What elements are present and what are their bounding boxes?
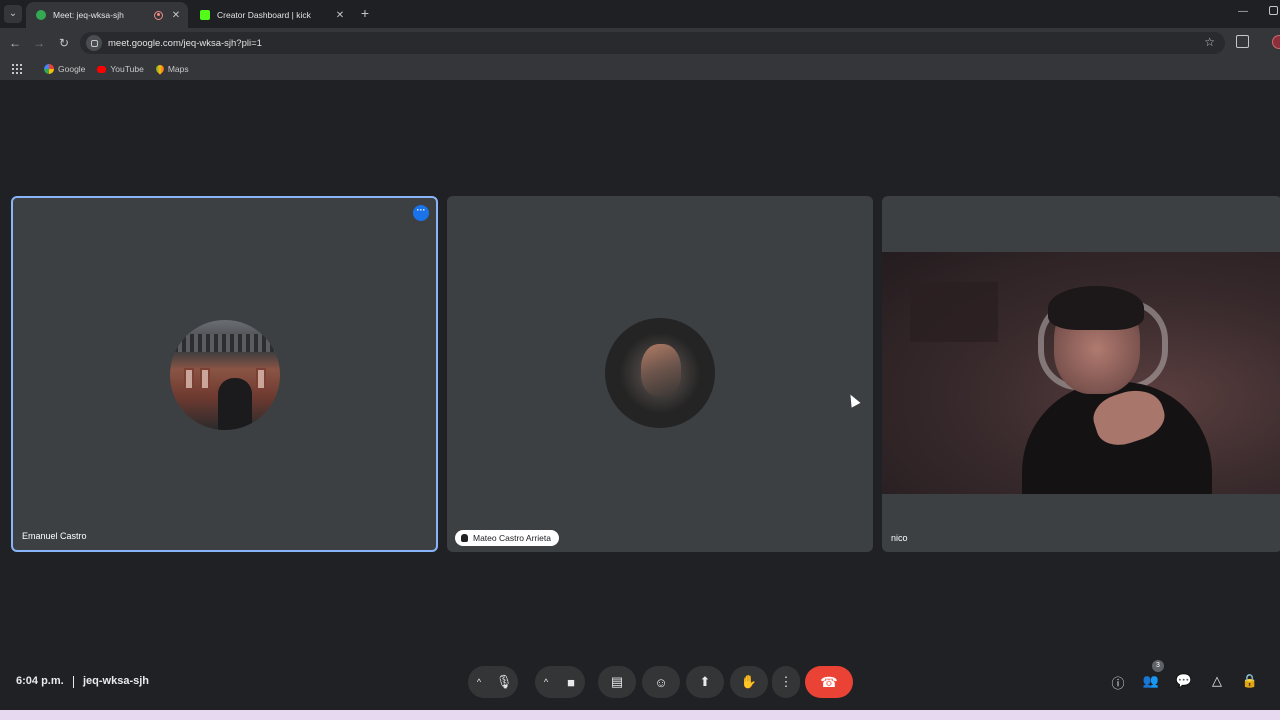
meeting-controls-bar: 6:04 p.m. jeq-wksa-sjh ^ 🎙 ^ ■ ▤ ☺ ⬆ ✋ ⋮… <box>0 660 1280 704</box>
host-controls-lock-icon[interactable]: 🔒 <box>1241 673 1259 689</box>
kick-favicon-icon <box>200 10 210 20</box>
activities-icon[interactable]: △ <box>1208 673 1226 689</box>
reload-icon[interactable]: ↻ <box>56 35 72 51</box>
avatar <box>170 320 280 430</box>
mic-options-chevron-icon[interactable]: ^ <box>468 666 490 698</box>
camera-control: ^ ■ <box>535 666 585 698</box>
tab-title: Creator Dashboard | kick <box>217 10 311 20</box>
meeting-code: jeq-wksa-sjh <box>83 675 150 687</box>
site-info-icon[interactable] <box>86 35 102 51</box>
emoji-reactions-icon[interactable]: ☺ <box>642 666 680 698</box>
bookmark-label: Maps <box>167 64 189 74</box>
extensions-puzzle-icon[interactable] <box>1236 35 1249 48</box>
camera-icon[interactable]: ■ <box>557 666 585 698</box>
participant-name: Mateo Castro Arrieta <box>473 533 551 543</box>
meeting-clock: 6:04 p.m. <box>16 675 64 687</box>
meeting-info-icon[interactable]: ⓘ <box>1109 673 1127 692</box>
chat-icon[interactable]: 💬 <box>1175 673 1193 689</box>
tab-title: Meet: jeq-wksa-sjh <box>53 10 124 20</box>
tab-meet[interactable]: Meet: jeq-wksa-sjh ✕ <box>26 2 188 28</box>
minimize-window-icon[interactable]: — <box>1238 6 1248 17</box>
bookmark-star-icon[interactable]: ☆ <box>1204 35 1215 49</box>
captions-icon[interactable]: ▤ <box>598 666 636 698</box>
browser-tab-strip: ⌄ Meet: jeq-wksa-sjh ✕ Creator Dashboard… <box>0 0 1280 28</box>
tab-search-chevron-icon[interactable]: ⌄ <box>4 5 22 23</box>
raise-hand-control: ✋ <box>730 666 768 698</box>
present-screen-icon[interactable]: ⬆ <box>686 666 724 698</box>
maps-icon <box>154 63 166 75</box>
apps-grid-icon[interactable] <box>12 64 22 74</box>
reactions-control: ☺ <box>642 666 680 698</box>
google-icon <box>44 64 54 74</box>
back-arrow-icon[interactable]: ← <box>7 35 23 51</box>
tab-kick[interactable]: Creator Dashboard | kick ✕ <box>190 2 352 28</box>
participant-name: Emanuel Castro <box>22 531 87 541</box>
present-control: ⬆ <box>686 666 724 698</box>
more-options-control: ⋮ <box>772 666 800 698</box>
meet-favicon-icon <box>36 10 46 20</box>
participant-tile-mateo[interactable]: Mateo Castro Arrieta <box>447 196 873 552</box>
restore-window-icon[interactable] <box>1269 6 1278 15</box>
new-tab-plus-icon[interactable]: + <box>358 6 372 20</box>
people-count-badge: 3 <box>1152 660 1164 672</box>
end-call-icon[interactable]: ☎ <box>805 666 853 698</box>
name-chip: Mateo Castro Arrieta <box>455 530 559 546</box>
url-text: meet.google.com/jeq-wksa-sjh?pli=1 <box>108 37 262 49</box>
more-vert-icon[interactable]: ⋮ <box>772 666 800 698</box>
captions-control: ▤ <box>598 666 636 698</box>
raise-hand-icon[interactable]: ✋ <box>730 666 768 698</box>
participant-tile-nico[interactable]: nico <box>882 196 1280 552</box>
participant-video <box>882 252 1280 494</box>
participant-tile-emanuel[interactable]: ··· Emanuel Castro <box>11 196 438 552</box>
bookmark-google[interactable]: Google <box>44 64 85 74</box>
meet-stage: ··· Emanuel Castro Mateo Castro Arrieta … <box>0 80 1280 710</box>
bookmarks-bar: Google YouTube Maps <box>0 58 1280 80</box>
bookmark-maps[interactable]: Maps <box>154 63 189 75</box>
profile-avatar-icon[interactable] <box>1272 35 1280 49</box>
more-options-icon[interactable]: ··· <box>413 205 429 221</box>
browser-toolbar: ← → ↻ meet.google.com/jeq-wksa-sjh?pli=1… <box>0 28 1280 58</box>
camera-options-chevron-icon[interactable]: ^ <box>535 666 557 698</box>
pin-icon <box>461 534 468 542</box>
close-tab-icon[interactable]: ✕ <box>170 10 182 21</box>
divider <box>73 676 74 688</box>
bookmark-label: YouTube <box>110 64 144 74</box>
bookmark-label: Google <box>58 64 86 74</box>
bookmark-youtube[interactable]: YouTube <box>97 64 144 74</box>
leave-call-control: ☎ <box>805 666 853 698</box>
microphone-icon[interactable]: 🎙 <box>490 666 518 698</box>
os-taskbar <box>0 710 1280 720</box>
avatar <box>605 318 715 428</box>
people-icon[interactable]: 👥 <box>1142 673 1160 689</box>
youtube-icon <box>97 65 107 73</box>
recording-indicator-icon <box>154 10 163 20</box>
address-bar[interactable]: meet.google.com/jeq-wksa-sjh?pli=1 ☆ <box>80 32 1225 54</box>
mic-control: ^ 🎙 <box>468 666 518 698</box>
forward-arrow-icon[interactable]: → <box>31 35 47 51</box>
participant-name: nico <box>891 533 908 543</box>
close-tab-icon[interactable]: ✕ <box>334 10 346 21</box>
